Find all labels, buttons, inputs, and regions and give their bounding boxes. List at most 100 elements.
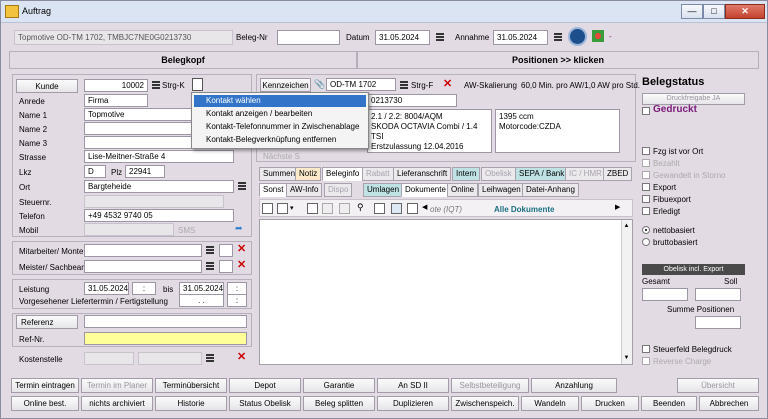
tab-positionen[interactable]: Positionen >> klicken <box>357 51 759 69</box>
referenz-field[interactable] <box>84 315 247 328</box>
tab-datei-anhang[interactable]: Datei-Anhang <box>522 183 579 197</box>
lkz-field[interactable]: D <box>84 165 106 178</box>
steuernr-field[interactable] <box>84 195 224 208</box>
scan-icon[interactable] <box>339 203 350 214</box>
kunde-button[interactable]: Kunde <box>16 79 78 93</box>
share-icon[interactable]: ➦ <box>235 223 243 233</box>
status-obelisk-button[interactable]: Status Obelisk <box>229 396 301 411</box>
online-bestellen-button[interactable]: Online best. <box>11 396 79 411</box>
tab-online[interactable]: Online <box>447 183 479 197</box>
fzg-vor-ort-checkbox[interactable] <box>642 147 650 155</box>
fibuexport-checkbox[interactable] <box>642 195 650 203</box>
menu-item-kontakt-waehlen[interactable]: Kontakt wählen <box>194 95 366 107</box>
kennzeichen-field[interactable]: OD-TM 1702 <box>326 78 396 91</box>
termin-im-planer-button[interactable]: Termin im Planer <box>81 378 153 393</box>
tab-leihwagen[interactable]: Leihwagen <box>478 183 525 197</box>
annahme-menu-icon[interactable] <box>554 33 562 41</box>
datum-field[interactable]: 31.05.2024 <box>375 30 430 45</box>
sync-icon[interactable] <box>592 30 604 42</box>
page-icon[interactable] <box>307 203 318 214</box>
menu-item-kontakt-telefonnummer[interactable]: Kontakt-Telefonnummer in Zwischenablage <box>194 121 366 133</box>
tab-sepa-bank[interactable]: SEPA / Bank <box>515 167 569 181</box>
erledigt-checkbox[interactable] <box>642 207 650 215</box>
grid-icon[interactable] <box>322 203 333 214</box>
toolbar-dropdown-icon[interactable]: ▾ <box>290 204 294 214</box>
gewandelt-checkbox[interactable] <box>642 171 650 179</box>
meister-delete-icon[interactable]: ✕ <box>237 260 246 271</box>
nichts-archiviert-button[interactable]: nichts archiviert <box>81 396 153 411</box>
document-list-scrollbar[interactable] <box>621 220 632 364</box>
duplizieren-button[interactable]: Duplizieren <box>377 396 449 411</box>
tab-rabatt[interactable]: Rabatt <box>362 167 394 181</box>
meister-field[interactable] <box>84 260 202 273</box>
beleg-splitten-button[interactable]: Beleg splitten <box>303 396 375 411</box>
referenz-button[interactable]: Referenz <box>16 315 78 329</box>
maximize-button[interactable]: □ <box>703 4 725 19</box>
mobil-field[interactable] <box>84 223 174 236</box>
text-icon[interactable] <box>374 203 385 214</box>
terminuebersicht-button[interactable]: Terminübersicht <box>155 378 227 393</box>
vin-field[interactable]: 0213730 <box>367 94 457 107</box>
termin-eintragen-button[interactable]: Termin eintragen <box>11 378 79 393</box>
tab-dispo[interactable]: Dispo <box>324 183 353 197</box>
depot-button[interactable]: Depot <box>229 378 301 393</box>
export-checkbox[interactable] <box>642 183 650 191</box>
datum-menu-icon[interactable] <box>436 33 444 41</box>
beenden-button[interactable]: Beenden <box>641 396 697 411</box>
bezahlt-checkbox[interactable] <box>642 159 650 167</box>
minimize-button[interactable]: — <box>681 4 703 19</box>
image-icon[interactable] <box>391 203 402 214</box>
tab-lieferanschrift[interactable]: Lieferanschrift <box>393 167 452 181</box>
mitarbeiter-field[interactable] <box>84 244 202 257</box>
search-icon[interactable]: ⚲ <box>357 202 364 212</box>
mitarbeiter-menu-icon[interactable] <box>206 246 214 254</box>
contact-icon[interactable] <box>192 78 203 91</box>
ort-field[interactable]: Bargteheide <box>84 180 234 193</box>
bruttobasiert-radio[interactable] <box>642 238 650 246</box>
scroll-right-icon[interactable]: ▶ <box>615 203 620 213</box>
kennzeichen-delete-icon[interactable]: ✕ <box>443 79 452 90</box>
annahme-field[interactable]: 31.05.2024 <box>493 30 548 45</box>
mitarbeiter-code-field[interactable] <box>219 244 233 257</box>
anzahlung-button[interactable]: Anzahlung <box>531 378 617 393</box>
garantie-button[interactable]: Garantie <box>303 378 375 393</box>
export-icon[interactable] <box>407 203 418 214</box>
anrede-field[interactable]: Firma <box>84 94 148 107</box>
tab-sonst[interactable]: Sonst <box>259 183 288 197</box>
close-button[interactable]: ✕ <box>725 4 765 19</box>
reverse-charge-checkbox[interactable] <box>642 357 650 365</box>
plz-field[interactable]: 22941 <box>125 165 165 178</box>
scroll-down-icon[interactable]: ▼ <box>622 353 631 363</box>
meister-menu-icon[interactable] <box>206 262 214 270</box>
mitarbeiter-delete-icon[interactable]: ✕ <box>237 244 246 255</box>
ort-menu-icon[interactable] <box>238 182 246 190</box>
gedruckt-checkbox[interactable] <box>642 107 650 115</box>
tab-summen[interactable]: Summen <box>259 167 300 181</box>
belegnr-field[interactable] <box>277 30 340 45</box>
new-document-icon[interactable] <box>262 203 273 214</box>
refnr-field[interactable] <box>84 332 247 345</box>
kennzeichen-button[interactable]: Kennzeichen <box>260 78 311 92</box>
historie-button[interactable]: Historie <box>155 396 227 411</box>
kostenstelle-field[interactable] <box>84 352 134 365</box>
liefertermin-field[interactable]: . . <box>179 294 224 307</box>
drucken-button[interactable]: Drucken <box>581 396 639 411</box>
steuerfeld-checkbox[interactable] <box>642 345 650 353</box>
selbstbeteiligung-button[interactable]: Selbstbeteiligung <box>451 378 529 393</box>
leistung-from-field[interactable]: 31.05.2024 <box>84 282 129 295</box>
car-icon[interactable] <box>568 27 587 46</box>
an-sd-ii-button[interactable]: An SD II <box>377 378 449 393</box>
print-document-icon[interactable] <box>277 203 288 214</box>
kostenstelle-menu-icon[interactable] <box>206 354 214 362</box>
tab-notiz[interactable]: Notiz <box>295 167 322 181</box>
zwischenspeichern-button[interactable]: Zwischenspeich. <box>451 396 519 411</box>
telefon-field[interactable]: +49 4532 9740 05 <box>84 209 234 222</box>
tab-belegkopf[interactable]: Belegkopf <box>9 51 357 69</box>
kunde-menu-icon[interactable] <box>152 81 160 89</box>
tab-umlagen[interactable]: Umlagen <box>363 183 404 197</box>
meister-code-field[interactable] <box>219 260 233 273</box>
tab-aw-info[interactable]: AW-Info <box>286 183 323 197</box>
abbrechen-button[interactable]: Abbrechen <box>699 396 759 411</box>
strasse-field[interactable]: Lise-Meitner-Straße 4 <box>84 150 234 163</box>
liefertermin-time[interactable]: : <box>227 294 247 307</box>
